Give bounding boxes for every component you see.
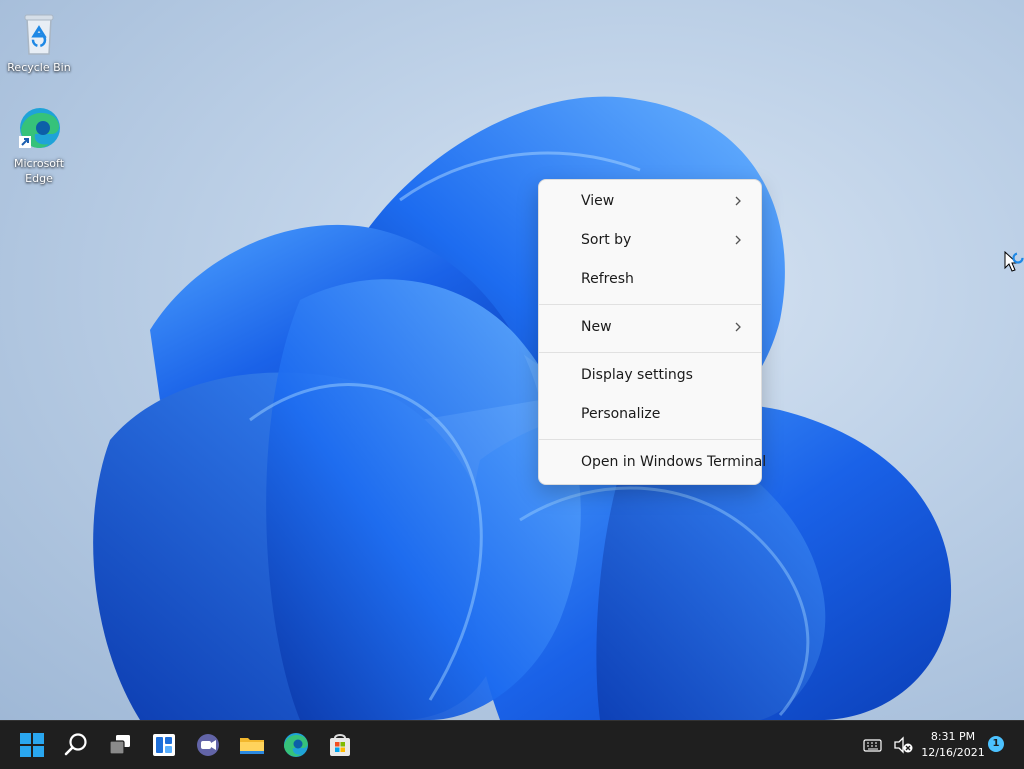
- menu-separator: [539, 352, 761, 353]
- menu-item-label: Personalize: [581, 406, 661, 422]
- taskbar: 8:31 PM 12/16/2021: [0, 720, 1024, 769]
- desktop[interactable]: Recycle Bin Microsoft Edge View Sort by …: [0, 0, 1024, 720]
- file-explorer-icon[interactable]: [236, 729, 268, 761]
- speaker-muted-icon[interactable]: [892, 721, 914, 769]
- desktop-icon-label: Microsoft Edge: [13, 157, 65, 185]
- menu-separator: [539, 439, 761, 440]
- menu-item-refresh[interactable]: Refresh: [543, 262, 757, 298]
- menu-item-label: Sort by: [581, 232, 632, 248]
- edge-icon: [15, 106, 63, 154]
- notification-badge[interactable]: 1: [988, 736, 1004, 752]
- menu-item-label: Open in Windows Terminal: [581, 454, 767, 470]
- chevron-right-icon: [735, 322, 741, 332]
- desktop-icon-recycle-bin[interactable]: Recycle Bin: [1, 10, 77, 75]
- microsoft-store-icon[interactable]: [324, 729, 356, 761]
- teams-chat-icon[interactable]: [192, 729, 224, 761]
- menu-item-label: Refresh: [581, 271, 634, 287]
- desktop-icon-edge[interactable]: Microsoft Edge: [1, 106, 77, 186]
- search-icon[interactable]: [60, 729, 92, 761]
- widgets-icon[interactable]: [148, 729, 180, 761]
- taskbar-clock[interactable]: 8:31 PM 12/16/2021: [918, 729, 988, 761]
- desktop-icon-label: Recycle Bin: [7, 61, 71, 74]
- bloom-wallpaper: [93, 96, 952, 720]
- menu-item-label: New: [581, 319, 612, 335]
- chevron-right-icon: [735, 196, 741, 206]
- recycle-bin-icon: [15, 10, 63, 58]
- menu-item-view[interactable]: View: [543, 184, 757, 220]
- menu-item-personalize[interactable]: Personalize: [543, 397, 757, 433]
- menu-item-display-settings[interactable]: Display settings: [543, 358, 757, 394]
- menu-item-label: View: [581, 193, 615, 209]
- menu-item-new[interactable]: New: [543, 310, 757, 346]
- task-view-icon[interactable]: [104, 729, 136, 761]
- menu-item-label: Display settings: [581, 367, 693, 383]
- menu-separator: [539, 304, 761, 305]
- menu-item-sort-by[interactable]: Sort by: [543, 223, 757, 259]
- keyboard-icon[interactable]: [862, 721, 884, 769]
- menu-item-open-in-windows-terminal[interactable]: Open in Windows Terminal: [543, 445, 766, 481]
- edge-icon[interactable]: [280, 729, 312, 761]
- desktop-context-menu: View Sort by Refresh New Display setting…: [538, 179, 766, 485]
- chevron-right-icon: [735, 235, 741, 245]
- clock-time: 8:31 PM: [930, 730, 976, 743]
- start-icon[interactable]: [16, 729, 48, 761]
- busy-cursor-icon: [1004, 251, 1024, 272]
- clock-date: 12/16/2021: [921, 746, 985, 759]
